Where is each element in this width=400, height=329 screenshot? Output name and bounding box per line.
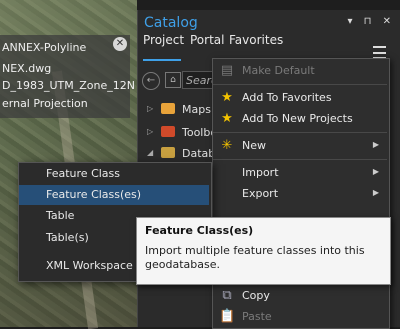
submenu-item-feature-class[interactable]: Feature Class (19, 164, 209, 184)
menu-item-label: New (242, 139, 266, 152)
menu-item-make-default: ▤ Make Default (213, 60, 387, 82)
star-icon: ★ (221, 111, 233, 126)
map-popup: ANNEX-Polyline NEX.dwg D_1983_UTM_Zone_1… (0, 35, 135, 118)
tooltip: Feature Class(es) Import multiple featur… (136, 217, 391, 285)
home-icon[interactable]: ⌂ (165, 72, 181, 88)
popup-line: ernal Projection (2, 97, 88, 110)
popup-line: NEX.dwg (2, 62, 52, 75)
database-icon: ▤ (220, 63, 234, 78)
menu-separator (213, 84, 387, 85)
copy-icon: ⧉ (222, 288, 232, 303)
tab-project[interactable]: Project (143, 33, 184, 47)
tooltip-title: Feature Class(es) (145, 224, 254, 237)
menu-item-label: Copy (242, 289, 270, 302)
submenu-item-label: Feature Class (46, 167, 121, 180)
submenu-item-label: Table(s) (46, 231, 89, 244)
submenu-item-label: Table (46, 209, 75, 222)
pane-window-controls[interactable]: ▾ ⊓ ✕ (347, 16, 395, 27)
menu-item-label: Make Default (242, 64, 315, 77)
menu-separator (213, 132, 387, 133)
star-icon: ★ (221, 90, 233, 105)
tree-item-label: Maps (182, 103, 211, 116)
back-arrow-icon[interactable]: ← (142, 72, 160, 90)
popup-line: D_1983_UTM_Zone_12N (2, 79, 135, 92)
tab-favorites[interactable]: Favorites (229, 33, 283, 47)
submenu-arrow-icon: ▶ (372, 188, 379, 197)
submenu-arrow-icon: ▶ (372, 140, 379, 149)
menu-separator (213, 159, 387, 160)
menu-item-label: Export (242, 187, 279, 200)
menu-item-label: Add To Favorites (242, 91, 332, 104)
paste-icon: 📋 (219, 309, 236, 324)
menu-item-add-to-favorites[interactable]: ★ Add To Favorites (213, 87, 387, 109)
maps-folder-icon (161, 103, 175, 114)
menu-item-paste: 📋 Paste (213, 306, 387, 328)
expand-arrow-icon[interactable]: ▷ (147, 127, 153, 136)
tooltip-body: Import multiple feature classes into thi… (145, 244, 365, 271)
active-tab-indicator (143, 59, 181, 61)
submenu-arrow-icon: ▶ (372, 167, 379, 176)
menu-item-label: Import (242, 166, 279, 179)
menu-item-add-to-new-projects[interactable]: ★ Add To New Projects (213, 108, 387, 130)
menu-item-new[interactable]: ✳ New ▶ (213, 135, 387, 157)
menu-item-import[interactable]: Import ▶ (213, 162, 387, 184)
database-icon (161, 147, 175, 158)
menu-item-label: Paste (242, 310, 272, 323)
menu-item-export[interactable]: Export ▶ (213, 183, 387, 205)
menu-item-copy[interactable]: ⧉ Copy (213, 285, 387, 307)
toolbox-icon (161, 126, 175, 137)
menu-item-label: Add To New Projects (242, 112, 353, 125)
submenu-item-label: Feature Class(es) (46, 188, 142, 201)
submenu-item-feature-classes[interactable]: Feature Class(es) (19, 185, 209, 205)
tab-portal[interactable]: Portal (190, 33, 224, 47)
expand-arrow-icon[interactable]: ◢ (147, 148, 153, 157)
popup-line: ANNEX-Polyline (2, 41, 87, 54)
new-icon: ✳ (221, 138, 233, 153)
close-icon[interactable]: ✕ (113, 37, 127, 51)
pane-title: Catalog (144, 15, 198, 31)
expand-arrow-icon[interactable]: ▷ (147, 104, 153, 113)
